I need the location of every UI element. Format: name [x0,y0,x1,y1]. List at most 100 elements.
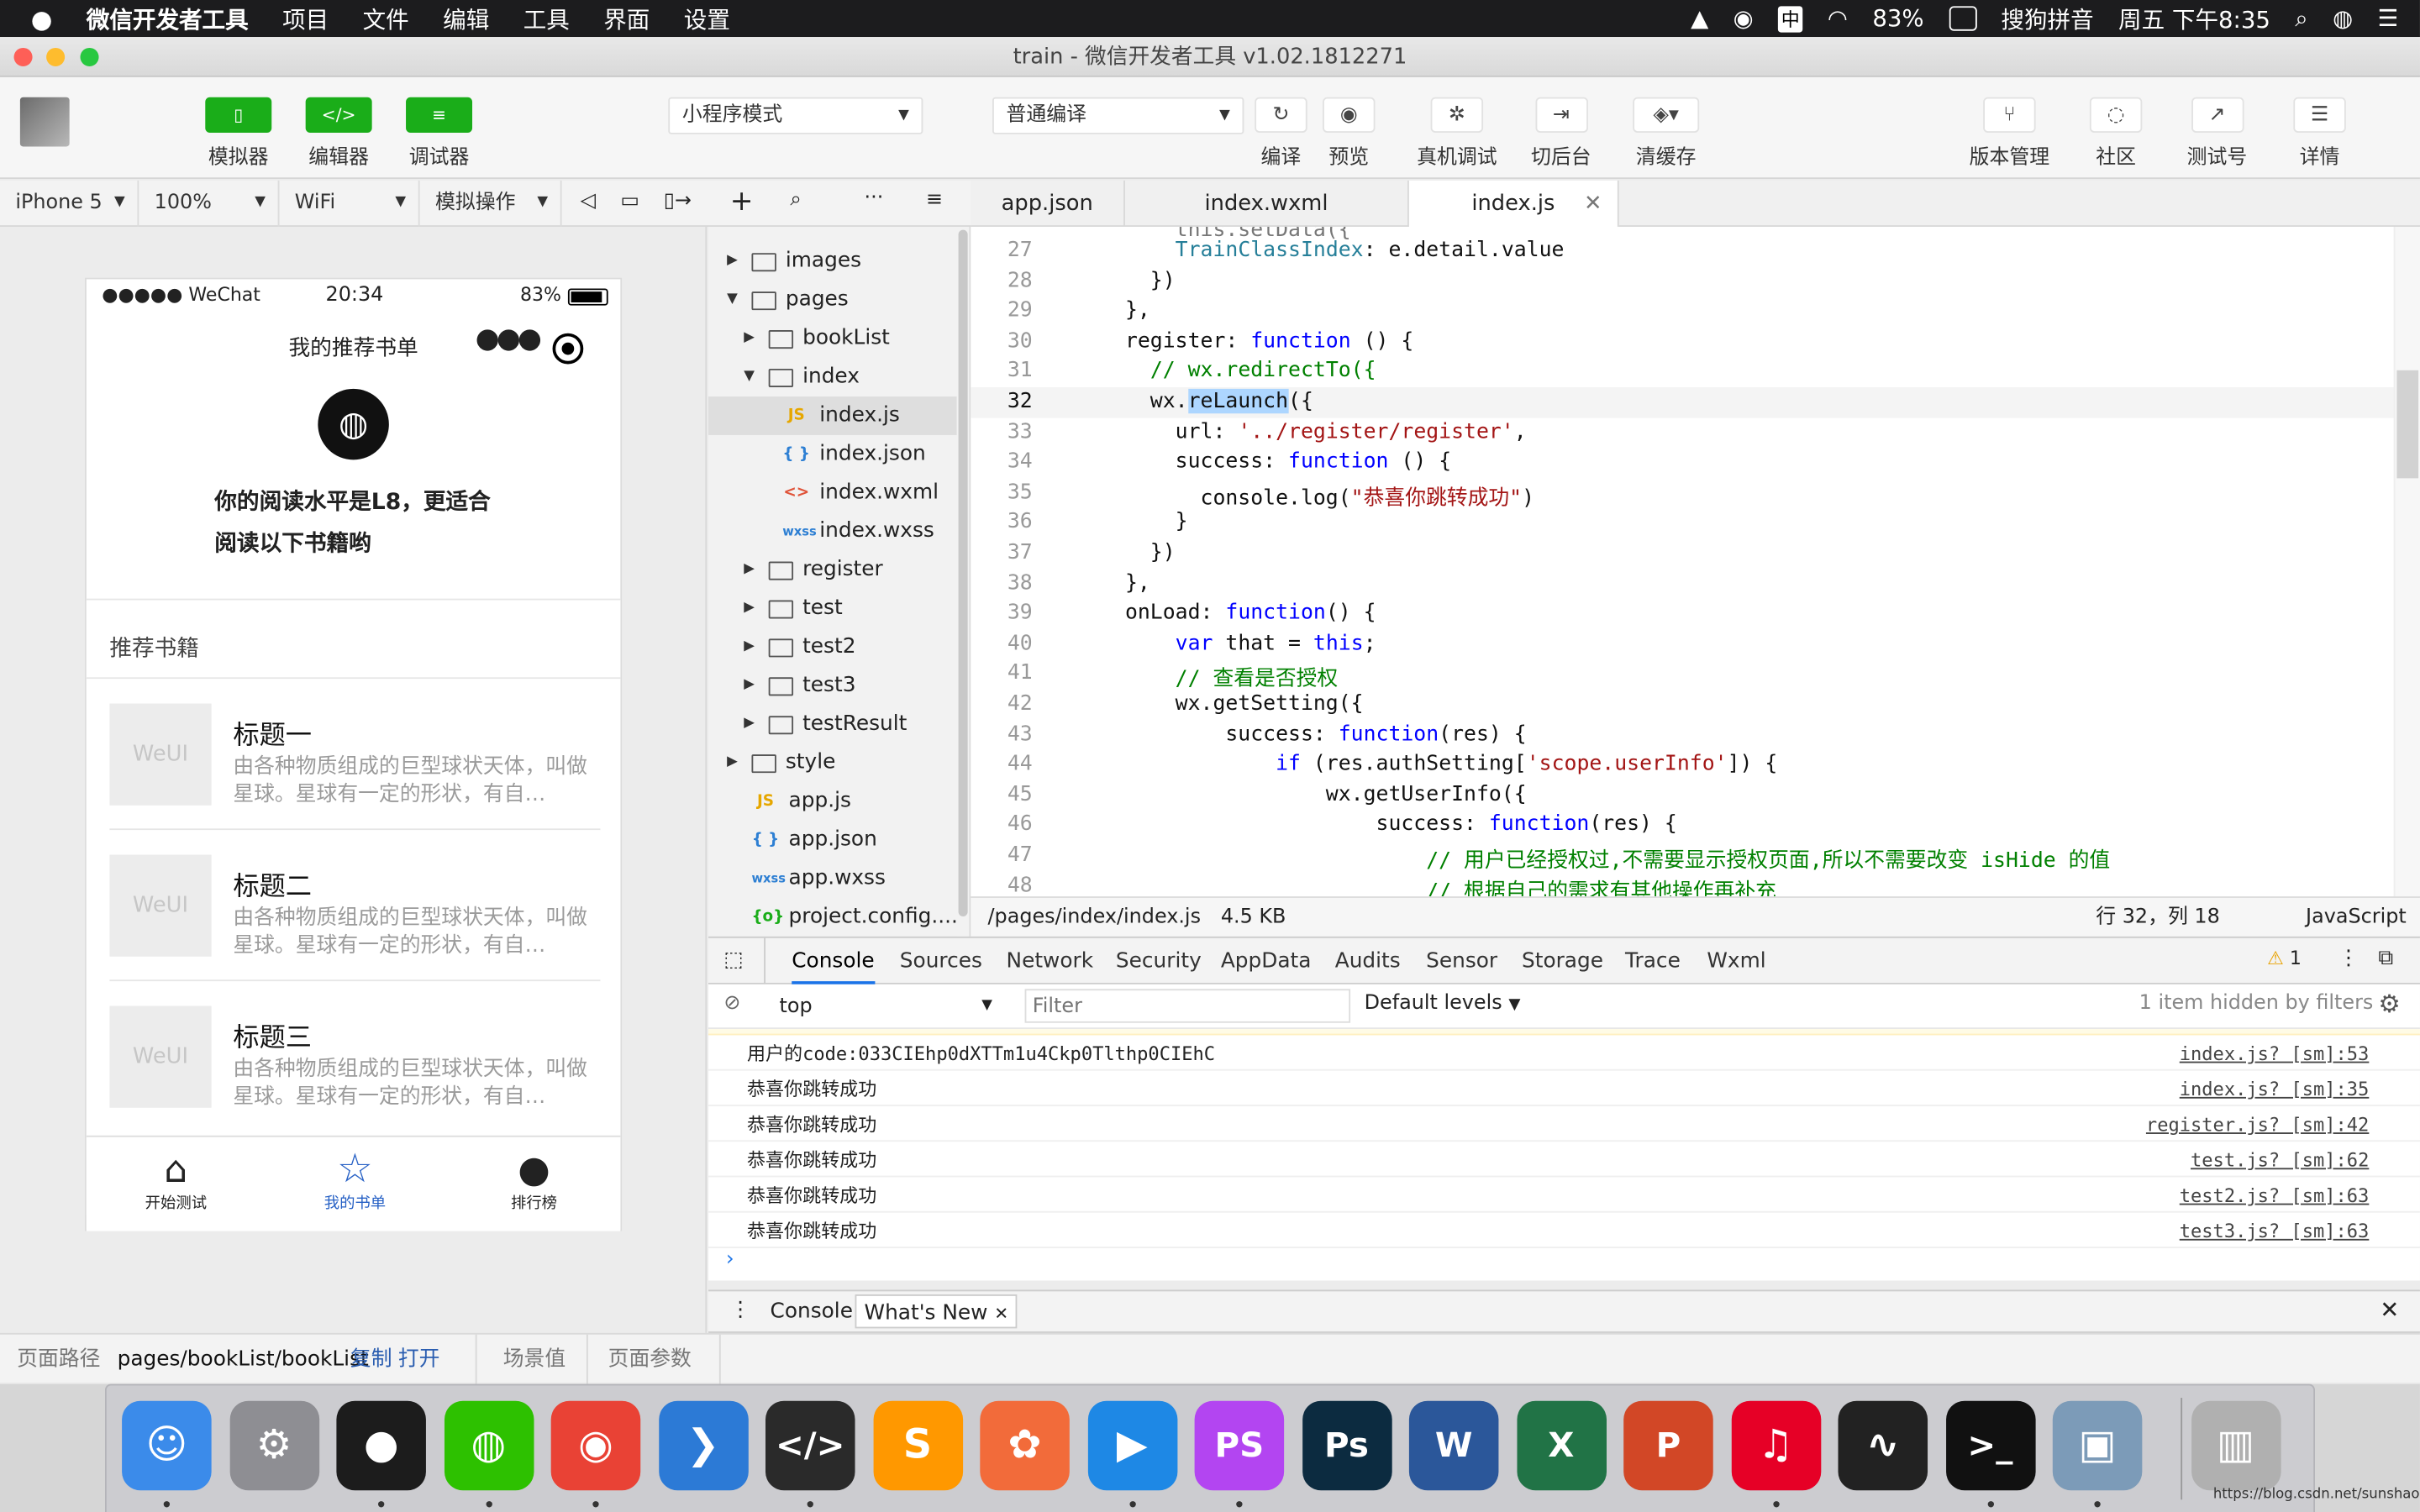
chevron-right-icon[interactable]: ▶ [744,319,759,358]
tab-ranking[interactable]: ● 排行榜 [445,1137,623,1233]
close-window-button[interactable] [13,47,33,66]
gear-icon[interactable]: ⚙ [229,1400,319,1491]
file-tree-item[interactable]: ▶ images [727,242,861,281]
file-tree-item[interactable]: ▼ index [744,358,860,396]
tab-my-books[interactable]: ☆ 我的书单 [266,1137,445,1233]
warning-badge[interactable]: ⚠ 1 [2267,948,2302,969]
chevron-right-icon[interactable]: ▶ [744,705,759,743]
finder-icon[interactable]: ☺ [122,1400,212,1491]
console-source-link[interactable]: test.js? [sm]:62 [2191,1143,2369,1177]
console-source-link[interactable]: register.js? [sm]:42 [2146,1108,2369,1142]
file-tree-item[interactable]: ▶ register [744,551,882,590]
undock-icon[interactable]: ⧉ [2378,946,2393,970]
file-tree-item[interactable]: { } index.json [782,435,925,474]
menu-item-settings[interactable]: 设置 [684,3,730,35]
console-source-link[interactable]: test2.js? [sm]:63 [2180,1179,2370,1212]
close-icon[interactable]: ✕ [1584,181,1602,227]
collapse-icon[interactable]: ≡ [926,188,943,212]
close-icon[interactable]: ✕ [994,1304,1008,1324]
tab-index-js[interactable]: index.js ✕ [1408,180,1619,228]
more-dots-icon[interactable]: ●●● [476,323,542,355]
code-editor[interactable]: this.setData({ 27 TrainClassIndex: e.det… [971,226,2420,897]
sublime-icon[interactable]: S [872,1400,963,1491]
input-method[interactable]: 搜狗拼音 [2001,3,2093,35]
file-tree-item[interactable]: ▶ testResult [744,705,907,743]
file-tree-item[interactable]: ▶ test [744,590,842,628]
menu-item-file[interactable]: 文件 [363,3,409,35]
drawer-tab-console[interactable]: Console [771,1299,853,1324]
debugger-button[interactable]: ≡ 调试器 [406,97,473,170]
music-icon[interactable]: ♫ [1730,1400,1821,1491]
console-source-link[interactable]: index.js? [sm]:53 [2180,1037,2370,1070]
console-source-link[interactable]: test3.js? [sm]:63 [2180,1214,2370,1247]
kebab-menu-icon[interactable]: ⋮ [2338,946,2360,970]
simulate-operation-select[interactable]: 模拟操作 ▼ [420,180,562,227]
trash-icon[interactable]: ▥ [2191,1400,2281,1491]
file-tree-item[interactable]: {o} project.config.... [751,898,957,937]
context-select[interactable]: top ▼ [767,990,999,1023]
chevron-right-icon[interactable]: ▶ [727,743,742,782]
zoom-select[interactable]: 100% ▼ [139,180,280,227]
cursor-position[interactable]: 行 32，列 18 [2096,898,2220,938]
menu-app-name[interactable]: 微信开发者工具 [87,3,249,35]
compile-button[interactable]: ↻ 编译 [1255,97,1307,170]
menu-item-project[interactable]: 项目 [282,3,329,35]
file-tree-item[interactable]: wxss index.wxss [782,512,934,551]
file-tree-item[interactable]: ▼ pages [727,281,849,319]
console-source-link[interactable]: index.js? [sm]:35 [2180,1073,2370,1106]
preview-button[interactable]: ◉ 预览 [1323,97,1376,170]
menu-item-edit[interactable]: 编辑 [443,3,489,35]
notification-center-icon[interactable]: ☰ [2378,5,2399,33]
community-button[interactable]: ◌ 社区 [2089,97,2143,170]
excel-icon[interactable]: X [1516,1400,1607,1491]
mode-select[interactable]: 小程序模式 ▼ [668,97,923,134]
inspect-icon[interactable]: ⬚ [723,948,743,972]
close-drawer-icon[interactable]: ✕ [2380,1296,2399,1324]
chevron-right-icon[interactable]: ▶ [744,666,759,705]
file-tree-item[interactable]: JS index.js [782,396,900,435]
phpstorm-icon[interactable]: PS [1194,1400,1285,1491]
page-params-button[interactable]: 页面参数 [608,1335,692,1384]
mute-icon[interactable]: ◁ [581,190,596,213]
wifi-icon[interactable]: ◠ [1828,5,1848,33]
preview-icon[interactable]: ▣ [2052,1400,2143,1491]
tab-console[interactable]: Console [792,938,875,984]
scene-value-button[interactable]: 场景值 [503,1335,566,1384]
details-button[interactable]: ☰ 详情 [2293,97,2346,170]
close-capsule-icon[interactable] [552,333,584,365]
penguin-icon[interactable]: ● [336,1400,426,1491]
file-tree-item[interactable]: ▶ style [727,743,835,782]
file-tree-item[interactable]: ▶ bookList [744,319,890,358]
more-icon[interactable]: ··· [865,186,884,210]
search-icon[interactable]: ⌕ [2295,5,2307,33]
tab-index-wxml[interactable]: index.wxml [1125,180,1409,227]
powerpoint-icon[interactable]: P [1623,1400,1713,1491]
file-tree-item[interactable]: ▶ test2 [744,628,855,667]
console-prompt-icon[interactable]: › [723,1248,735,1272]
book-item[interactable]: WeUI 标题三 由各种物质组成的巨型球状天体，叫做星球。星球有一定的形状，有自… [109,981,600,1132]
simulator-button[interactable]: ▯ 模拟器 [205,97,272,170]
editor-scrollbar[interactable] [2393,226,2420,897]
battery-icon[interactable] [1948,6,1977,31]
tab-app-json[interactable]: app.json [971,180,1125,227]
menu-item-view[interactable]: 界面 [603,3,650,35]
vscode-icon[interactable]: ❯ [658,1400,748,1491]
tab-audits[interactable]: Audits [1335,938,1401,984]
tab-sensor[interactable]: Sensor [1426,938,1497,984]
chrome-icon[interactable]: ◉ [550,1400,641,1491]
qq-status-icon[interactable]: ▲ [1691,5,1708,33]
tab-security[interactable]: Security [1116,938,1202,984]
split-icon[interactable]: ▯→ [664,190,692,213]
console-filter-input[interactable] [1024,989,1351,1023]
compile-select[interactable]: 普通编译 ▼ [992,97,1244,134]
tab-appdata[interactable]: AppData [1221,938,1312,984]
avatar[interactable] [19,97,70,147]
language-mode[interactable]: JavaScript [2306,898,2407,938]
tab-trace[interactable]: Trace [1625,938,1681,984]
file-tree-item[interactable]: JS app.js [751,782,851,821]
open-path-link[interactable]: 打开 [398,1335,440,1384]
add-icon[interactable]: + [730,185,754,218]
clear-cache-button[interactable]: ◈▾ 清缓存 [1633,97,1700,170]
network-select[interactable]: WiFi ▼ [279,180,420,227]
menu-item-tools[interactable]: 工具 [523,3,570,35]
